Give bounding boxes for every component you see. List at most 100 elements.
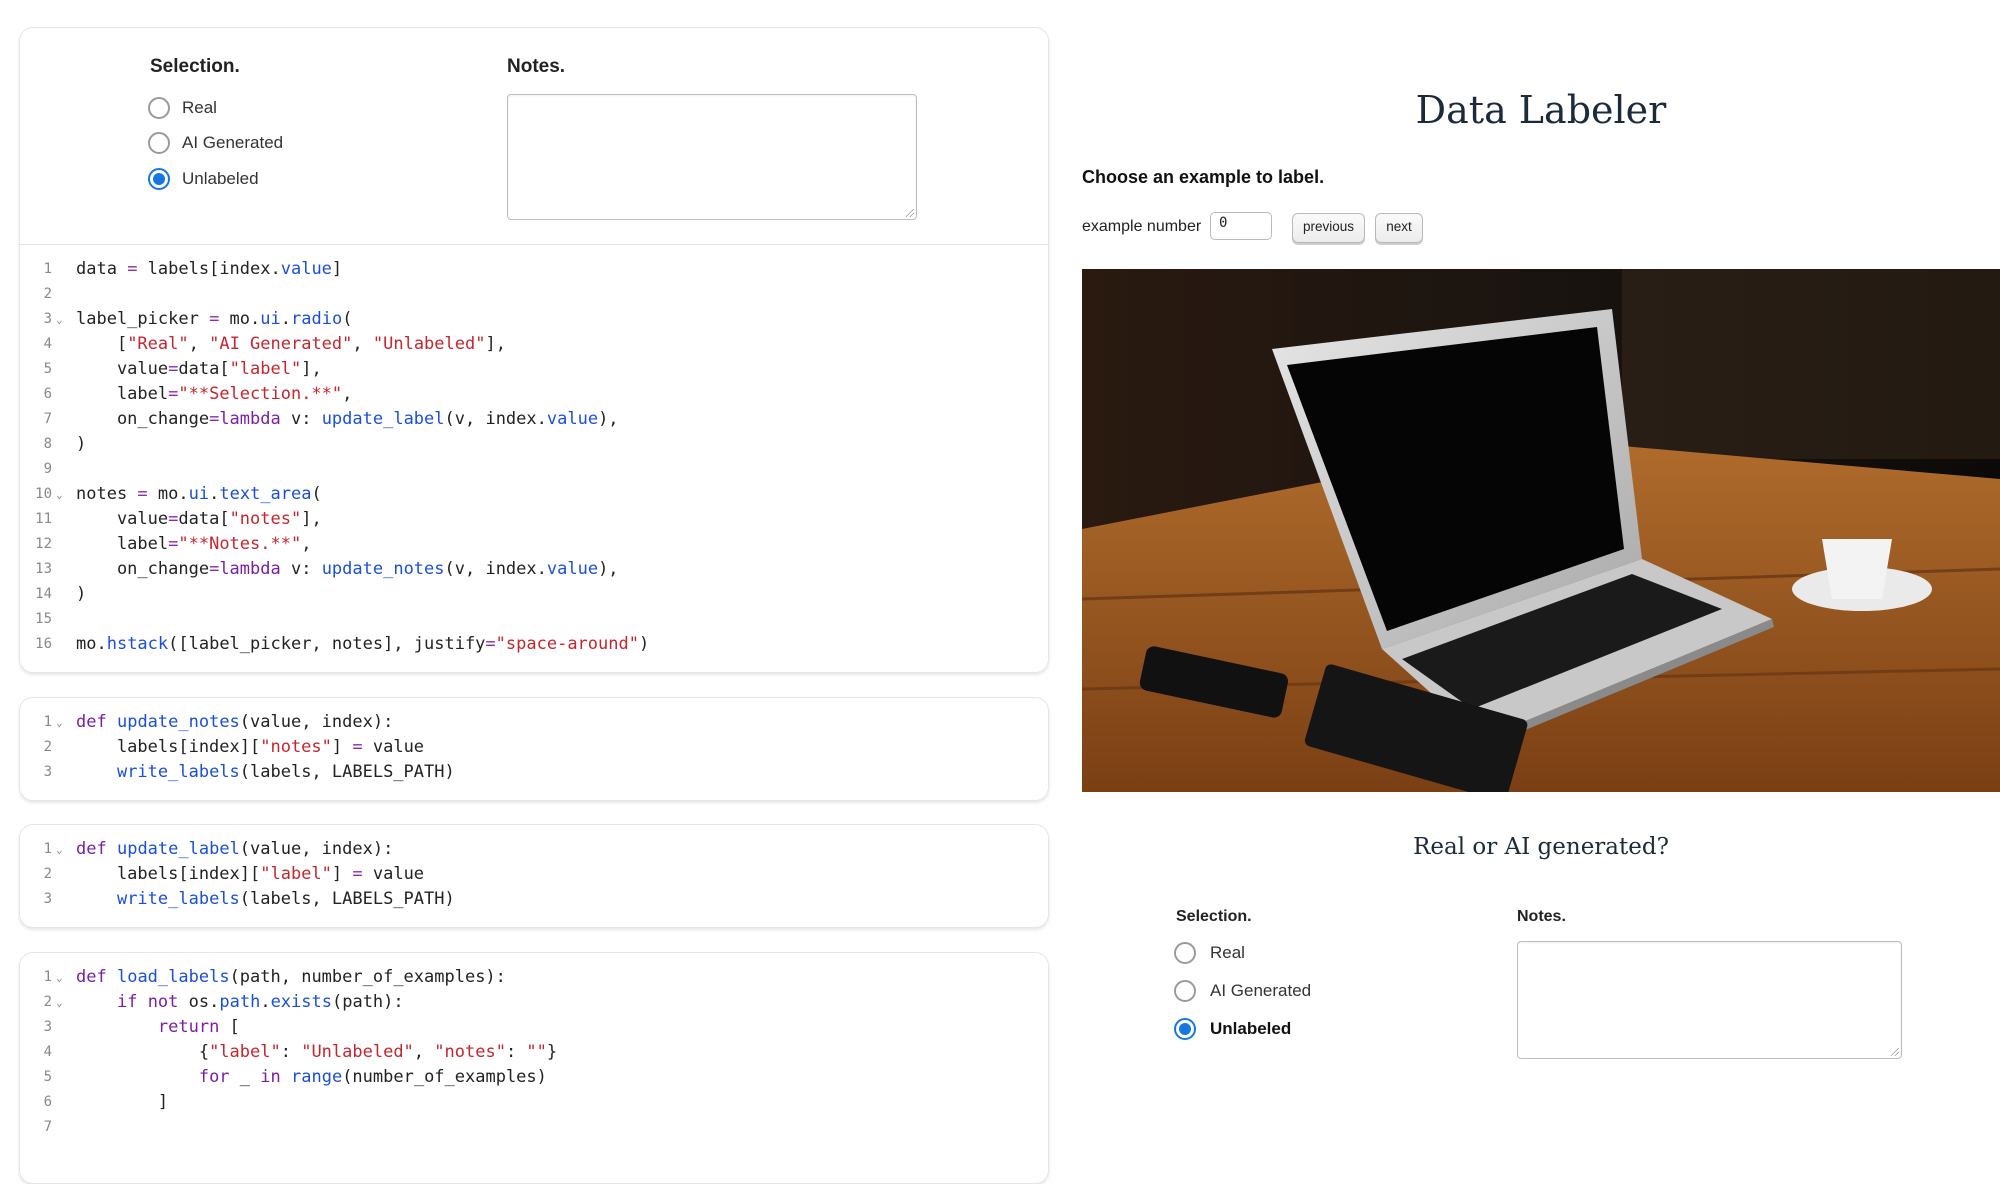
code-text: )	[76, 434, 87, 454]
code-editor[interactable]: 1 ⌄ def load_labels(path, number_of_exampl…	[20, 965, 1048, 1140]
line-number: 7	[43, 1119, 52, 1135]
notes-textarea[interactable]	[507, 94, 917, 220]
code-text: )	[76, 584, 87, 604]
code-line[interactable]: 1 ⌄ def load_labels(path, number_of_exampl…	[20, 965, 1048, 990]
code-line[interactable]: 11 value=data["notes"],	[20, 507, 1048, 532]
code-text: return [	[157, 1017, 240, 1037]
code-text: ]	[76, 1092, 169, 1112]
fold-chevron-icon[interactable]: ⌄	[56, 710, 63, 735]
notebook-cell-load-labels: 1 ⌄ def load_labels(path, number_of_exampl…	[19, 952, 1049, 1184]
code-line[interactable]: 15	[20, 607, 1048, 632]
code-line[interactable]: 9	[20, 457, 1048, 482]
code-line[interactable]: 2 ⌄ if not os.path.exists(path):	[20, 990, 1048, 1015]
fold-chevron-icon[interactable]: ⌄	[56, 990, 63, 1015]
app-title: Data Labeler	[1415, 88, 1667, 132]
notebook-cell-update-label: 1 ⌄ def update_label(value, index): 2 label…	[19, 824, 1049, 928]
code-text: value=data["notes"],	[76, 509, 322, 529]
line-number: 13	[35, 561, 52, 577]
code-line[interactable]: 14)	[20, 582, 1048, 607]
code-line[interactable]: 3 ⌄ label_picker = mo.ui.radio(	[20, 307, 1048, 332]
line-number: 14	[35, 586, 52, 602]
code-editor[interactable]: 1 data = labels[index.value] 2 3 ⌄ label_pick…	[20, 257, 1048, 657]
fold-chevron-icon[interactable]: ⌄	[56, 482, 63, 507]
code-line[interactable]: 16 mo.hstack([label_picker, notes], justi…	[20, 632, 1048, 657]
fold-chevron-icon[interactable]: ⌄	[56, 307, 63, 332]
code-line[interactable]: 1 ⌄ def update_notes(value, index):	[20, 710, 1048, 735]
radio-label: AI Generated	[1210, 981, 1312, 1000]
example-number-input[interactable]: 0	[1210, 212, 1272, 240]
radio-button[interactable]	[1174, 942, 1196, 964]
selection-label: Selection.	[150, 56, 240, 77]
laptop-photo	[1082, 269, 2000, 792]
code-text: notes = mo.ui.text_area(	[76, 484, 322, 504]
line-number: 15	[35, 611, 52, 627]
radio-option-ai-generated[interactable]: AI Generated	[1174, 980, 1311, 1002]
notes-label: Notes.	[507, 56, 566, 77]
radio-button[interactable]	[1174, 980, 1196, 1002]
line-number: 3	[43, 891, 52, 907]
code-text: label="**Notes.**",	[76, 534, 312, 554]
radio-option-real[interactable]: Real	[148, 97, 217, 119]
radio-label: AI Generated	[182, 133, 284, 152]
line-number: 1	[43, 841, 52, 857]
next-button[interactable]: next	[1375, 213, 1423, 243]
code-line[interactable]: 2	[20, 282, 1048, 307]
previous-button[interactable]: previous	[1292, 213, 1365, 243]
radio-label: Real	[182, 98, 217, 117]
code-text: write_labels(labels, LABELS_PATH)	[116, 889, 455, 909]
question-heading: Real or AI generated?	[1413, 834, 1669, 860]
notebook-cell-update-notes: 1 ⌄ def update_notes(value, index): 2 label…	[19, 697, 1049, 801]
code-line[interactable]: 10 ⌄ notes = mo.ui.text_area(	[20, 482, 1048, 507]
code-line[interactable]: 1 data = labels[index.value]	[20, 257, 1048, 282]
code-line[interactable]: 12 label="**Notes.**",	[20, 532, 1048, 557]
code-line[interactable]: 1 ⌄ def update_label(value, index):	[20, 837, 1048, 862]
radio-option-real[interactable]: Real	[1174, 942, 1245, 964]
notebook-cell-ui: Selection. Real AI Generated Unlabeled N…	[19, 27, 1049, 673]
code-line[interactable]: 5 value=data["label"],	[20, 357, 1048, 382]
notes-textarea[interactable]	[1517, 941, 1902, 1059]
line-number: 7	[43, 411, 52, 427]
line-number: 2	[43, 739, 52, 755]
code-line[interactable]: 5 for _ in range(number_of_examples)	[20, 1065, 1048, 1090]
line-number: 3	[43, 764, 52, 780]
radio-option-ai-generated[interactable]: AI Generated	[148, 132, 283, 154]
line-number: 4	[43, 1044, 52, 1060]
code-line[interactable]: 6 ]	[20, 1090, 1048, 1115]
code-text: def update_label(value, index):	[76, 839, 394, 859]
line-number: 6	[43, 386, 52, 402]
code-editor[interactable]: 1 ⌄ def update_notes(value, index): 2 label…	[20, 710, 1048, 785]
code-text: mo.hstack([label_picker, notes], justify…	[76, 634, 650, 654]
code-line[interactable]: 13 on_change=lambda v: update_notes(v, i…	[20, 557, 1048, 582]
line-number: 5	[43, 361, 52, 377]
radio-button[interactable]	[148, 97, 170, 119]
code-line[interactable]: 8)	[20, 432, 1048, 457]
fold-chevron-icon[interactable]: ⌄	[56, 837, 63, 862]
code-text: labels[index]["notes"] = value	[76, 737, 425, 757]
radio-label: Real	[1210, 943, 1245, 962]
code-line[interactable]: 3 write_labels(labels, LABELS_PATH)	[20, 887, 1048, 912]
line-number: 5	[43, 1069, 52, 1085]
code-line[interactable]: 3 return [	[20, 1015, 1048, 1040]
line-number: 1	[43, 969, 52, 985]
radio-button[interactable]	[148, 132, 170, 154]
radio-label: Unlabeled	[1210, 1019, 1292, 1038]
example-image	[1082, 269, 2000, 792]
code-line[interactable]: 4 {"label": "Unlabeled", "notes": ""}	[20, 1040, 1048, 1065]
radio-option-unlabeled[interactable]: Unlabeled	[148, 168, 259, 190]
code-line[interactable]: 2 labels[index]["notes"] = value	[20, 735, 1048, 760]
code-line[interactable]: 4 ["Real", "AI Generated", "Unlabeled"],	[20, 332, 1048, 357]
fold-chevron-icon[interactable]: ⌄	[56, 965, 63, 990]
line-number: 11	[35, 511, 52, 527]
instruction-text: Choose an example to label.	[1082, 167, 1325, 187]
code-editor[interactable]: 1 ⌄ def update_label(value, index): 2 label…	[20, 837, 1048, 912]
code-line[interactable]: 6 label="**Selection.**",	[20, 382, 1048, 407]
code-line[interactable]: 7 on_change=lambda v: update_label(v, in…	[20, 407, 1048, 432]
radio-button-selected[interactable]	[1174, 1018, 1196, 1040]
code-line[interactable]: 7	[20, 1115, 1048, 1140]
code-line[interactable]: 3 write_labels(labels, LABELS_PATH)	[20, 760, 1048, 785]
cell-output: Selection. Real AI Generated Unlabeled N…	[20, 28, 1048, 244]
line-number: 6	[43, 1094, 52, 1110]
radio-option-unlabeled[interactable]: Unlabeled	[1174, 1018, 1291, 1040]
code-line[interactable]: 2 labels[index]["label"] = value	[20, 862, 1048, 887]
radio-button-selected[interactable]	[148, 168, 170, 190]
